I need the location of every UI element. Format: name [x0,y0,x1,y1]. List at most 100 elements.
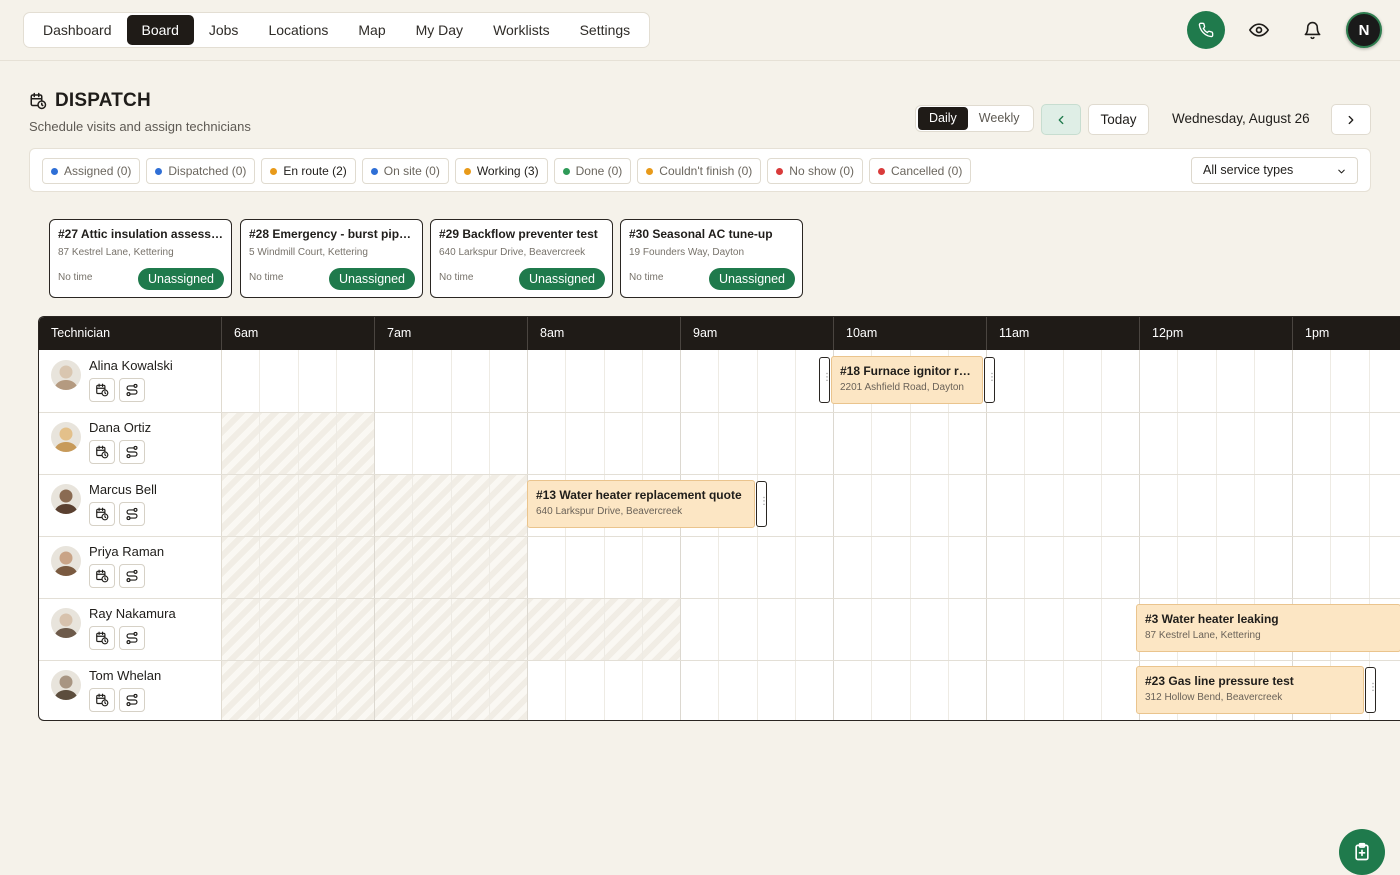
technician-schedule-button[interactable] [89,688,115,712]
user-avatar[interactable]: N [1346,12,1382,48]
unassigned-badge[interactable]: Unassigned [708,268,795,290]
header-divider [986,317,987,350]
hour-header: 6am [234,326,259,340]
technician-route-button[interactable] [119,440,145,464]
status-chip[interactable]: Working (3) [454,158,548,184]
status-dot [776,167,784,175]
nav-tab-jobs[interactable]: Jobs [194,15,254,45]
header-divider [374,317,375,350]
unassigned-job-card[interactable]: #27 Attic insulation assessm... 87 Kestre… [49,219,232,298]
nav-tab-locations[interactable]: Locations [253,15,343,45]
job-title: #3 Water heater leaking [1145,612,1279,626]
scheduled-job[interactable]: #18 Furnace ignitor re... 2201 Ashfield R… [831,356,983,404]
job-title: #23 Gas line pressure test [1145,674,1294,688]
technician-avatar [51,608,81,638]
notifications-button[interactable] [1293,11,1331,49]
dispatch-board: Technician 6am 7am 8am 9am 10am 11am 12pm 1pm A… [38,316,1400,721]
technician-row: Ray Nakamura [39,598,221,660]
unassigned-badge[interactable]: Unassigned [137,268,224,290]
resize-handle[interactable] [984,357,997,403]
unassigned-job-card[interactable]: #30 Seasonal AC tune-up 19 Founders Way, … [620,219,803,298]
technician-schedule-button[interactable] [89,440,115,464]
technician-row: Priya Raman [39,536,221,598]
technician-name: Priya Raman [89,544,165,559]
job-address: 87 Kestrel Lane, Kettering [1145,630,1261,641]
watch-button[interactable] [1240,11,1278,49]
unassigned-badge[interactable]: Unassigned [328,268,415,290]
prev-day-button[interactable] [1041,104,1081,135]
status-chip-label: Done (0) [575,164,623,178]
nav-tab-map[interactable]: Map [343,15,400,45]
calendar-clock-icon [96,631,109,645]
job-time: No time [629,272,664,283]
technician-schedule-button[interactable] [89,564,115,588]
add-job-fab[interactable] [1339,829,1385,875]
header-divider [680,317,681,350]
job-address: 19 Founders Way, Dayton [629,247,745,258]
technician-row: Dana Ortiz [39,412,221,474]
view-daily-button[interactable]: Daily [918,107,968,130]
status-chip[interactable]: Assigned (0) [42,158,141,184]
chevron-right-icon [1348,115,1354,124]
technician-route-button[interactable] [119,626,145,650]
status-dot [562,167,570,175]
view-weekly-button[interactable]: Weekly [968,107,1031,130]
technician-route-button[interactable] [119,564,145,588]
route-icon [126,631,138,645]
clipboard-plus-icon [1355,842,1369,861]
scheduled-job[interactable]: #3 Water heater leaking 87 Kestrel Lane, … [1136,604,1400,652]
nav-tab-dashboard[interactable]: Dashboard [28,15,127,45]
hour-header: 1pm [1305,326,1330,340]
technician-row: Marcus Bell [39,474,221,536]
nav-tab-my-day[interactable]: My Day [401,15,478,45]
technician-schedule-button[interactable] [89,626,115,650]
today-button[interactable]: Today [1088,104,1149,135]
technician-schedule-button[interactable] [89,502,115,526]
phone-button[interactable] [1187,11,1225,49]
technician-route-button[interactable] [119,378,145,402]
resize-handle[interactable] [1365,667,1378,713]
status-dot [270,167,278,175]
job-address: 2201 Ashfield Road, Dayton [840,382,964,393]
status-chip[interactable]: Done (0) [553,158,632,184]
route-icon [126,383,138,397]
unassigned-job-card[interactable]: #29 Backflow preventer test 640 Larkspur … [430,219,613,298]
unassigned-badge[interactable]: Unassigned [518,268,605,290]
eye-icon [1249,23,1269,37]
nav-tab-worklists[interactable]: Worklists [478,15,565,45]
resize-handle[interactable] [756,481,769,527]
unassigned-job-card[interactable]: #28 Emergency - burst pipe ... 5 Windmill… [240,219,423,298]
nav-tab-board[interactable]: Board [126,15,194,45]
job-title: #18 Furnace ignitor re... [840,364,974,378]
status-chip[interactable]: No show (0) [767,158,863,184]
technician-schedule-button[interactable] [89,378,115,402]
next-day-button[interactable] [1331,104,1371,135]
technician-column-header: Technician [51,326,111,340]
calendar-clock-icon [96,383,109,397]
status-dot [463,167,471,175]
technician-route-button[interactable] [119,688,145,712]
bell-icon [1304,21,1320,39]
status-chip[interactable]: En route (2) [261,158,356,184]
status-chip[interactable]: Cancelled (0) [868,158,972,184]
top-bar: Dashboard Board Jobs Locations Map My Da… [0,0,1400,61]
status-chip[interactable]: Dispatched (0) [146,158,256,184]
status-dot [370,167,378,175]
technician-name: Ray Nakamura [89,606,176,621]
scheduled-job[interactable]: #13 Water heater replacement quote 640 La… [527,480,755,528]
scheduled-job[interactable]: #23 Gas line pressure test 312 Hollow Ben… [1136,666,1364,714]
service-type-select[interactable]: All service types [1191,157,1358,184]
job-address: 640 Larkspur Drive, Beavercreek [536,506,683,517]
job-title: #30 Seasonal AC tune-up [629,227,773,241]
technician-route-button[interactable] [119,502,145,526]
row-divider [39,660,1400,661]
status-chip[interactable]: On site (0) [361,158,449,184]
status-chip[interactable]: Couldn't finish (0) [637,158,762,184]
technician-avatar [51,422,81,452]
job-title: #28 Emergency - burst pipe ... [249,227,414,241]
job-address: 87 Kestrel Lane, Kettering [58,247,174,258]
nav-tab-settings[interactable]: Settings [565,15,646,45]
calendar-clock-icon [96,507,109,521]
resize-handle[interactable] [819,357,832,403]
status-dot [877,167,885,175]
